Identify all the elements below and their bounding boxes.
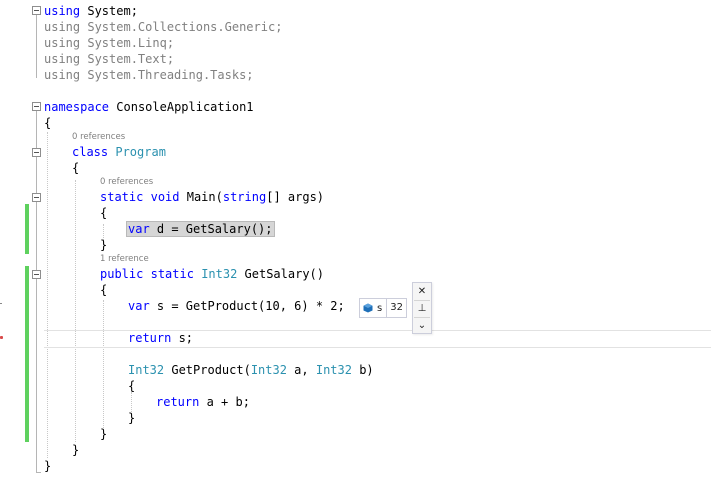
parameter-list: [] args) — [266, 190, 325, 204]
keyword-using: using — [44, 4, 81, 18]
code-line-main-signature: static void Main(string[] args) — [100, 189, 324, 205]
code-line-namespace: namespace ConsoleApplication1 — [44, 99, 254, 115]
local-variable-icon — [363, 303, 373, 313]
code-line-brace: } — [44, 459, 52, 473]
namespace-ref: System.Linq; — [87, 36, 175, 50]
code-line-class: class Program — [72, 144, 166, 160]
collapse-class-toggle[interactable] — [32, 148, 41, 157]
indent-guide — [103, 300, 104, 428]
keyword-using: using — [44, 52, 81, 66]
keyword-class: class — [72, 145, 109, 159]
code-line-using: using System.Collections.Generic; — [44, 19, 282, 35]
datatip-variable-value[interactable]: 32 — [386, 299, 406, 317]
close-icon[interactable]: ✕ — [414, 284, 430, 299]
code-line-var-d: var d = GetSalary(); — [126, 221, 275, 237]
code-line-brace: { — [44, 116, 52, 130]
current-statement-highlight: var d = GetSalary(); — [126, 221, 275, 237]
code-line-brace: } — [100, 427, 108, 441]
pin-icon[interactable]: ⊥ — [414, 300, 430, 316]
keyword-return: return — [128, 331, 172, 345]
codelens-references[interactable]: 0 references — [72, 131, 125, 143]
code-line-brace: } — [128, 411, 136, 425]
keyword-static: static — [100, 190, 144, 204]
type-int32: Int32 — [128, 363, 165, 377]
code-line-using: using System.Linq; — [44, 35, 174, 51]
margin-tick — [0, 303, 2, 304]
collapse-main-toggle[interactable] — [32, 193, 41, 202]
keyword-using: using — [44, 68, 81, 82]
method-name: GetSalary() — [237, 267, 325, 281]
keyword-namespace: namespace — [44, 100, 110, 114]
code-line-brace: } — [72, 443, 80, 457]
code-line-using: using System.Text; — [44, 51, 174, 67]
codelens-references[interactable]: 0 references — [100, 176, 153, 188]
type-int32: Int32 — [250, 363, 287, 377]
code-line-var-s: var s = GetProduct(10, 6) * 2; — [128, 298, 345, 314]
keyword-using: using — [44, 36, 81, 50]
collapse-namespace-toggle[interactable] — [32, 102, 41, 111]
statement-text: s = GetProduct(10, 6) * 2; — [149, 299, 345, 313]
namespace-ref: System.Collections.Generic; — [87, 20, 283, 34]
change-indicator-bar — [25, 204, 29, 254]
keyword-var: var — [128, 222, 150, 236]
code-line-brace: { — [72, 161, 80, 175]
keyword-string: string — [222, 190, 267, 204]
type-int32: Int32 — [315, 363, 352, 377]
parameter: b) — [351, 363, 374, 377]
breakpoint-marker — [0, 336, 3, 339]
codelens-references[interactable]: 1 reference — [100, 253, 149, 265]
outline-using-block — [36, 14, 37, 78]
code-line-getsalary-signature: public static Int32 GetSalary() — [100, 266, 324, 282]
class-name: Program — [115, 145, 166, 159]
statement-text: a + b; — [199, 395, 250, 409]
code-line-return-s: return s; — [128, 330, 193, 346]
code-line-getproduct-signature: Int32 GetProduct(Int32 a, Int32 b) — [128, 362, 374, 378]
collapse-getsalary-toggle[interactable] — [32, 270, 41, 279]
datatip[interactable]: s 32 — [359, 298, 407, 318]
collapse-using-toggle[interactable] — [32, 6, 41, 15]
code-line-using: using System.Threading.Tasks; — [44, 67, 254, 83]
namespace-ref: System; — [87, 4, 138, 18]
namespace-name: ConsoleApplication1 — [116, 100, 254, 114]
code-line-brace: } — [100, 238, 108, 252]
outline-end — [36, 472, 41, 473]
statement-text: d = GetSalary(); — [149, 222, 273, 236]
change-indicator-bar — [25, 266, 29, 442]
outline-namespace-block — [36, 110, 37, 472]
statement-text: s; — [171, 331, 194, 345]
namespace-ref: System.Text; — [87, 52, 175, 66]
namespace-ref: System.Threading.Tasks; — [87, 68, 254, 82]
keyword-var: var — [128, 299, 150, 313]
datatip-actions-panel: ✕ ⊥ ⌄ — [412, 282, 432, 334]
code-line-using-system: using System; — [44, 3, 138, 19]
code-line-brace: { — [128, 379, 136, 393]
type-int32: Int32 — [201, 267, 238, 281]
expand-chevron-icon[interactable]: ⌄ — [414, 317, 430, 333]
keyword-return: return — [156, 395, 200, 409]
code-line-return-ab: return a + b; — [156, 394, 250, 410]
datatip-variable-name: s — [377, 302, 383, 314]
code-line-brace: { — [100, 206, 108, 220]
indent-guide — [47, 132, 48, 458]
code-line-brace: { — [100, 283, 108, 297]
method-name: GetProduct( — [164, 363, 251, 377]
keyword-static: static — [150, 267, 194, 281]
parameter: a, — [286, 363, 316, 377]
keyword-public: public — [100, 267, 144, 281]
indent-guide — [75, 180, 76, 442]
keyword-void: void — [150, 190, 180, 204]
method-name: Main( — [186, 190, 223, 204]
keyword-using: using — [44, 20, 81, 34]
code-editor[interactable]: using System; using System.Collections.G… — [0, 0, 711, 497]
